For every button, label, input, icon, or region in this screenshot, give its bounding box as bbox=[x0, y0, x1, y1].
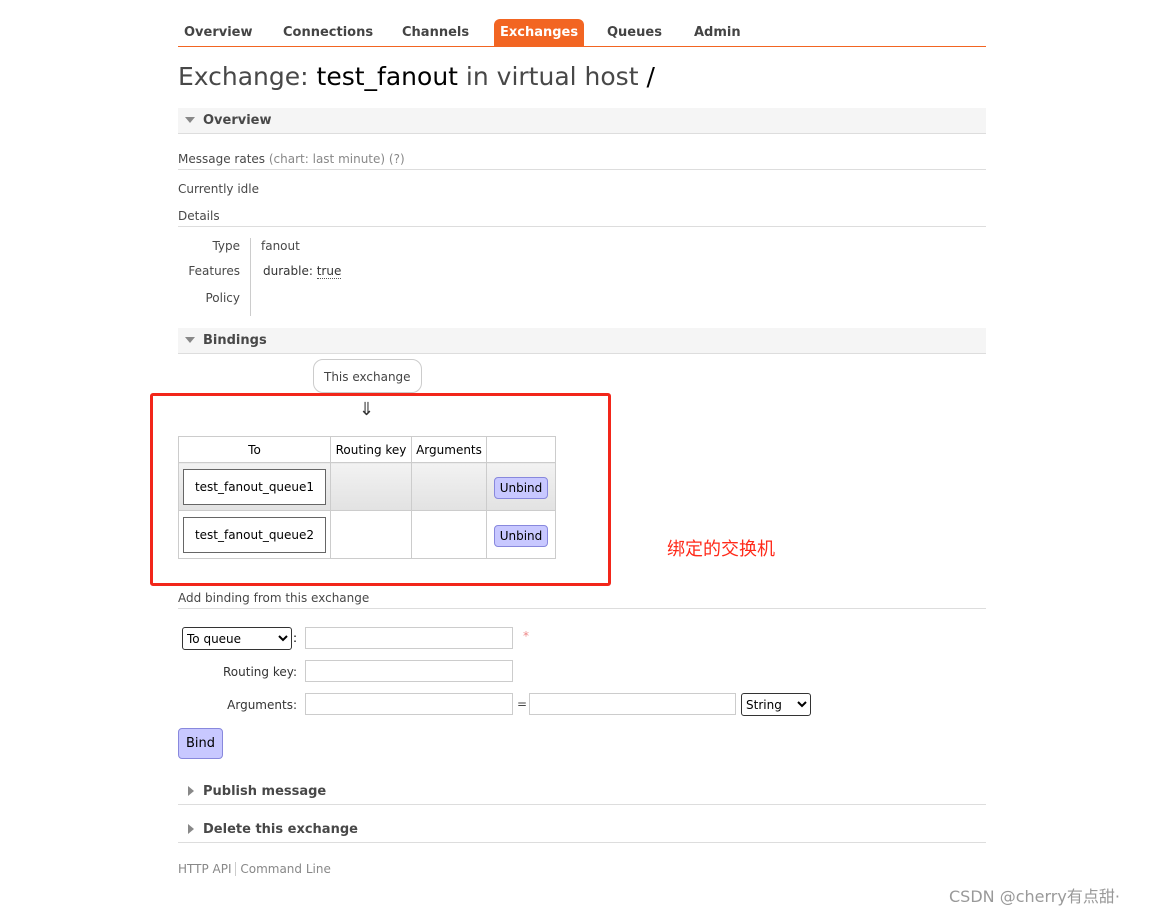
routing-key-input[interactable] bbox=[305, 660, 513, 682]
main-nav: Overview Connections Channels Exchanges … bbox=[178, 18, 986, 47]
argument-key-input[interactable] bbox=[305, 693, 513, 715]
overview-section-toggle[interactable]: Overview bbox=[178, 108, 986, 134]
bind-button[interactable]: Bind bbox=[178, 728, 224, 759]
features-label: Features bbox=[188, 264, 240, 278]
message-rates-heading: Message rates (chart: last minute) (?) bbox=[178, 152, 986, 170]
watermark: CSDN @cherry有点甜· bbox=[949, 887, 1120, 906]
equals-sign: = bbox=[517, 697, 528, 711]
this-exchange-box: This exchange bbox=[313, 359, 422, 393]
http-api-link[interactable]: HTTP API bbox=[178, 862, 232, 876]
command-line-link[interactable]: Command Line bbox=[235, 862, 331, 876]
destination-type-select[interactable]: To queue bbox=[182, 627, 292, 650]
details-heading: Details bbox=[178, 209, 986, 227]
annotation-box bbox=[150, 393, 611, 586]
policy-label: Policy bbox=[205, 291, 240, 305]
tab-overview[interactable]: Overview bbox=[184, 25, 253, 40]
add-binding-heading: Add binding from this exchange bbox=[178, 591, 986, 609]
tab-channels[interactable]: Channels bbox=[402, 25, 469, 40]
features-value: durable: true bbox=[263, 264, 342, 279]
triangle-down-icon bbox=[185, 337, 195, 343]
arguments-label: Arguments: bbox=[227, 698, 297, 712]
destination-input[interactable] bbox=[305, 627, 513, 649]
argument-value-input[interactable] bbox=[529, 693, 736, 715]
details-divider bbox=[250, 238, 251, 316]
bindings-section-toggle[interactable]: Bindings bbox=[178, 328, 986, 354]
routing-key-label: Routing key: bbox=[223, 665, 297, 679]
publish-message-toggle[interactable]: Publish message bbox=[178, 779, 986, 805]
triangle-right-icon bbox=[188, 786, 194, 796]
tab-exchanges[interactable]: Exchanges bbox=[494, 19, 585, 46]
footer: HTTP API Command Line bbox=[178, 862, 331, 876]
type-label: Type bbox=[212, 239, 240, 253]
tab-admin[interactable]: Admin bbox=[694, 25, 741, 40]
page-title: Exchange: test_fanout in virtual host / bbox=[178, 62, 655, 91]
tab-connections[interactable]: Connections bbox=[283, 25, 373, 40]
idle-status: Currently idle bbox=[178, 182, 259, 196]
triangle-right-icon bbox=[188, 824, 194, 834]
triangle-down-icon bbox=[185, 117, 195, 123]
tab-queues[interactable]: Queues bbox=[607, 25, 662, 40]
required-marker: * bbox=[523, 629, 529, 643]
type-value: fanout bbox=[261, 239, 300, 253]
rates-help[interactable]: (chart: last minute) (?) bbox=[269, 152, 405, 166]
delete-exchange-toggle[interactable]: Delete this exchange bbox=[178, 817, 986, 843]
argument-type-select[interactable]: String bbox=[741, 693, 811, 716]
annotation-text: 绑定的交换机 bbox=[667, 539, 775, 560]
